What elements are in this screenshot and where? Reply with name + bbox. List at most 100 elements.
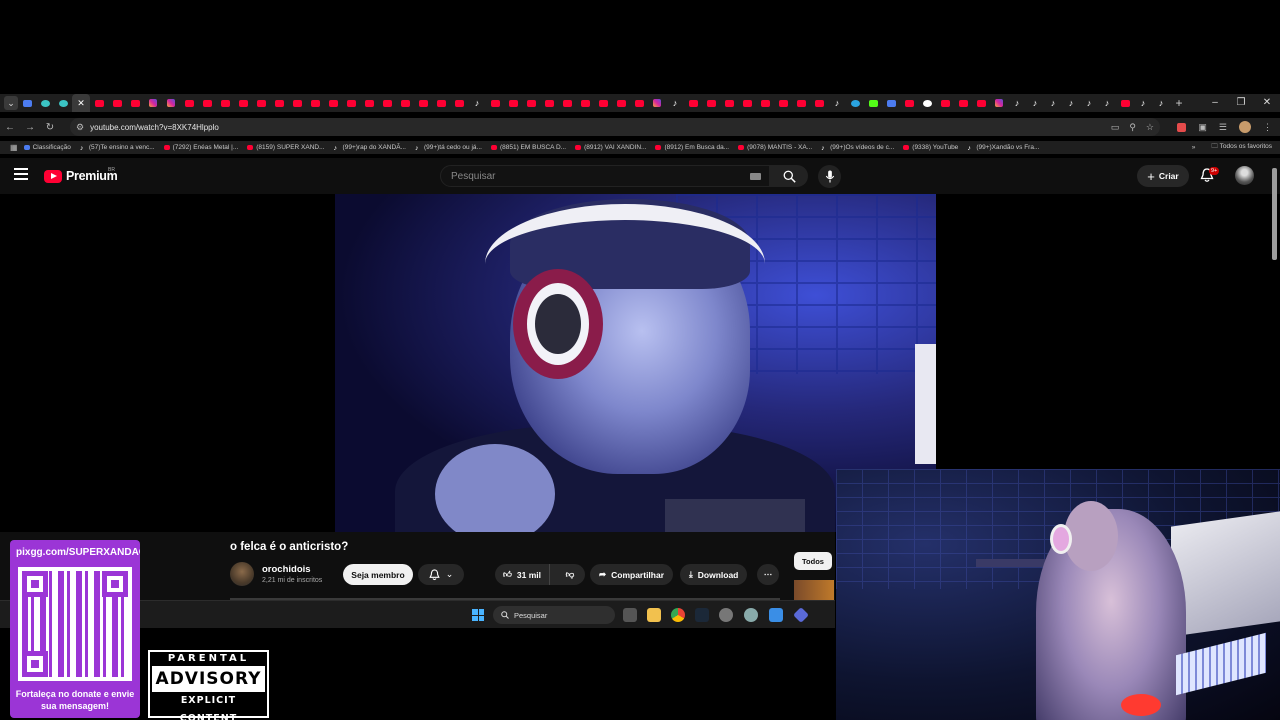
filter-chip-all[interactable]: Todos [794, 552, 832, 570]
zoom-icon[interactable]: ⚲ [1129, 122, 1136, 133]
media-controls-icon[interactable]: ☰ [1219, 122, 1227, 133]
browser-tab[interactable] [558, 94, 576, 112]
back-icon[interactable]: ← [0, 122, 20, 133]
bookmark-item[interactable]: (8912) Em Busca da... [655, 144, 729, 151]
app-icon[interactable] [719, 608, 733, 622]
bookmark-item[interactable]: (8159) SUPER XAND... [247, 144, 325, 151]
windows-start-icon[interactable] [472, 609, 484, 621]
browser-tab[interactable] [90, 94, 108, 112]
browser-tab[interactable] [774, 94, 792, 112]
browser-tab[interactable] [792, 94, 810, 112]
browser-tab[interactable] [216, 94, 234, 112]
file-explorer-icon[interactable] [647, 608, 661, 622]
browser-tab[interactable]: ♪ [1098, 94, 1116, 112]
search-button[interactable] [770, 165, 808, 187]
browser-tab[interactable] [900, 94, 918, 112]
bookmark-item[interactable]: (9078) MANTIS - XA... [738, 144, 812, 151]
bookmark-item[interactable]: Classificação [23, 144, 71, 151]
browser-tab[interactable] [756, 94, 774, 112]
browser-tab[interactable] [846, 94, 864, 112]
forward-icon[interactable]: → [20, 122, 40, 133]
browser-tab[interactable] [180, 94, 198, 112]
address-bar[interactable]: ⚙ youtube.com/watch?v=8XK74Hlpplo ▭ ⚲ ☆ [70, 118, 1160, 136]
like-button[interactable]: 👍︎ 31 mil [495, 564, 550, 585]
browser-tab[interactable] [324, 94, 342, 112]
taskbar-search[interactable]: Pesquisar [493, 606, 615, 624]
browser-tab[interactable] [522, 94, 540, 112]
browser-tab[interactable] [810, 94, 828, 112]
app-icon-2[interactable] [769, 608, 783, 622]
settings-icon[interactable] [744, 608, 758, 622]
bookmark-item[interactable]: ♪ (99+)Xandão vs Fra... [967, 144, 1039, 152]
url-text[interactable]: youtube.com/watch?v=8XK74Hlpplo [90, 123, 219, 132]
account-avatar[interactable] [1235, 166, 1254, 185]
browser-tab[interactable] [396, 94, 414, 112]
bookmark-star-icon[interactable]: ☆ [1146, 122, 1154, 133]
browser-tab[interactable] [108, 94, 126, 112]
extension-icon[interactable] [1177, 122, 1187, 132]
browser-tab-active[interactable]: ✕ [72, 94, 90, 112]
close-window-icon[interactable]: ✕ [1254, 94, 1280, 112]
browser-tab[interactable] [702, 94, 720, 112]
browser-tab[interactable] [450, 94, 468, 112]
browser-tab[interactable] [144, 94, 162, 112]
browser-tab[interactable]: ♪ [1152, 94, 1170, 112]
browser-tab[interactable] [918, 94, 936, 112]
browser-tab[interactable] [414, 94, 432, 112]
browser-tab[interactable] [252, 94, 270, 112]
chrome-icon[interactable] [671, 608, 685, 622]
browser-tab[interactable] [54, 94, 72, 112]
browser-tab[interactable] [378, 94, 396, 112]
browser-tab[interactable] [576, 94, 594, 112]
join-button[interactable]: Seja membro [343, 564, 413, 585]
apps-grid-icon[interactable]: ▦ [10, 143, 18, 152]
restore-icon[interactable]: ❐ [1228, 94, 1254, 112]
minimize-icon[interactable]: – [1202, 94, 1228, 112]
bookmark-item[interactable]: ♪ (57)Te ensino a venc... [80, 144, 155, 152]
app-icon-3[interactable] [793, 607, 809, 623]
browser-tab[interactable] [990, 94, 1008, 112]
browser-tab[interactable] [540, 94, 558, 112]
more-bookmarks-icon[interactable]: » [1192, 144, 1196, 151]
bookmark-item[interactable]: (8912) VAI XANDIN... [575, 144, 646, 151]
browser-menu-icon[interactable]: ⋮ [1263, 122, 1272, 133]
youtube-logo[interactable]: Premium [44, 169, 118, 183]
bookmark-item[interactable]: (9338) YouTube [903, 144, 958, 151]
browser-tab[interactable] [684, 94, 702, 112]
browser-tab[interactable] [882, 94, 900, 112]
channel-name[interactable]: orochidois [262, 564, 311, 575]
bookmark-item[interactable]: ♪ (99+)tá cedo ou já... [415, 144, 482, 152]
steam-icon[interactable] [695, 608, 709, 622]
browser-tab[interactable]: ♪ [1062, 94, 1080, 112]
browser-tab[interactable] [234, 94, 252, 112]
bookmark-item[interactable]: (7292) Enéas Metal |... [163, 144, 238, 151]
profile-avatar[interactable] [1239, 121, 1251, 133]
browser-tab[interactable]: ♪ [828, 94, 846, 112]
browser-tab[interactable] [648, 94, 666, 112]
tab-search-icon[interactable]: ⌄ [4, 96, 18, 110]
create-button[interactable]: + Criar [1137, 165, 1189, 187]
browser-tab[interactable] [612, 94, 630, 112]
keyboard-icon[interactable] [750, 173, 761, 180]
browser-tab[interactable] [288, 94, 306, 112]
menu-icon[interactable] [14, 168, 28, 180]
channel-avatar[interactable] [230, 562, 254, 586]
browser-tab[interactable] [504, 94, 522, 112]
bookmark-item[interactable]: ♪ (99+)rap do XANDÃ... [334, 144, 406, 152]
browser-tab[interactable] [486, 94, 504, 112]
browser-tab[interactable]: ♪ [1026, 94, 1044, 112]
all-bookmarks-folder[interactable]: 🗀 Todos os favoritos [1211, 142, 1272, 153]
page-scrollbar[interactable] [1272, 168, 1277, 260]
browser-tab[interactable] [738, 94, 756, 112]
browser-tab[interactable] [1116, 94, 1134, 112]
browser-tab[interactable] [306, 94, 324, 112]
browser-tab[interactable] [36, 94, 54, 112]
browser-tab[interactable] [630, 94, 648, 112]
browser-tab[interactable]: ♪ [666, 94, 684, 112]
browser-tab[interactable] [18, 94, 36, 112]
site-info-icon[interactable]: ⚙ [76, 122, 84, 133]
new-tab-icon[interactable]: + [1170, 96, 1188, 110]
browser-tab[interactable]: ♪ [468, 94, 486, 112]
browser-tab[interactable] [432, 94, 450, 112]
browser-tab[interactable] [126, 94, 144, 112]
